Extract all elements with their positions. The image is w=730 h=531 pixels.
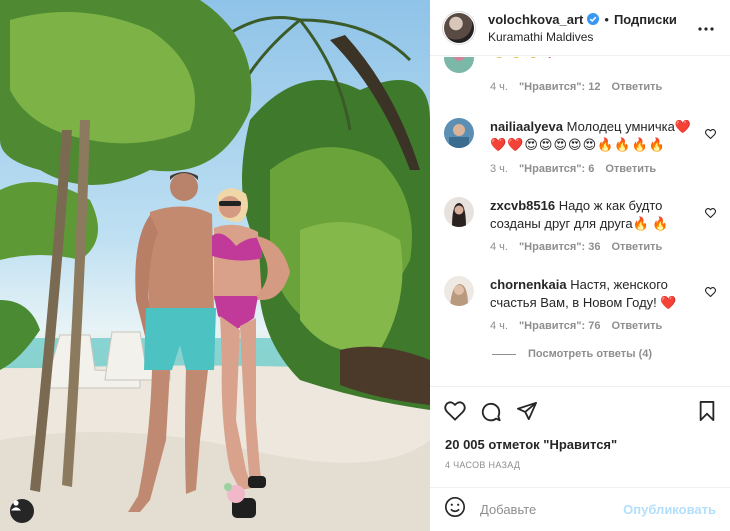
post-actions-bar [430,386,730,434]
view-replies-button[interactable]: Посмотреть ответы (4) [492,348,652,360]
post-location[interactable]: Kuramathi Maldives [488,30,677,44]
bookmark-icon[interactable] [698,401,716,426]
comment-meta: 4 ч. "Нравится": 76 Ответить [490,320,662,332]
beach-scene-image [0,0,430,531]
comment-meta: 4 ч. "Нравится": 12 Ответить [490,81,662,93]
view-replies-label: Посмотреть ответы (4) [528,348,653,360]
comment-time[interactable]: 4 ч. [490,81,508,93]
comment-meta: 3 ч. "Нравится": 6 Ответить [490,163,656,175]
comment-input[interactable]: Добавьте [480,502,623,517]
likes-count[interactable]: 20 005 отметок "Нравится" [445,437,617,452]
comment-time[interactable]: 4 ч. [490,241,508,253]
comment-likes[interactable]: "Нравится": 36 [519,241,600,253]
heart-icon[interactable] [444,401,466,426]
post-photo[interactable] [0,0,430,531]
comment-text: Молодец умничка❤️ [566,119,691,134]
header-separator: • [604,11,609,27]
comment-likes[interactable]: "Нравится": 6 [519,163,594,175]
comment-time[interactable]: 3 ч. [490,163,508,175]
post-side-panel: volochkova_art • Подписки Kuramathi Mald… [430,0,730,531]
replies-divider [492,353,516,355]
commenter-avatar[interactable] [444,276,474,306]
comment-likes[interactable]: "Нравится": 76 [519,320,600,332]
user-tag-icon [11,500,21,511]
comment-text: 👏👏👏❤️ [490,57,559,60]
add-comment-bar: Добавьте Опубликовать [430,487,730,531]
verified-badge-icon [587,13,600,25]
commenter-avatar[interactable] [444,197,474,227]
commenter-username[interactable]: nailiaalyeva [490,119,563,134]
comment-likes[interactable]: "Нравится": 12 [519,81,600,93]
smile-icon[interactable] [444,496,466,523]
reply-button[interactable]: Ответить [605,163,656,175]
comment-time[interactable]: 4 ч. [490,320,508,332]
reply-button[interactable]: Ответить [611,241,662,253]
like-comment-icon[interactable] [704,126,717,144]
author-username[interactable]: volochkova_art [488,12,583,27]
comments-list[interactable]: 👏👏👏❤️ 4 ч. "Нравится": 12 Ответить naili… [430,57,730,386]
like-comment-icon[interactable] [704,205,717,223]
share-icon[interactable] [516,401,538,426]
commenter-avatar[interactable] [444,57,474,73]
post-header-text: volochkova_art • Подписки Kuramathi Mald… [488,12,677,44]
post-timestamp[interactable]: 4 ЧАСОВ НАЗАД [445,460,520,470]
commenter-username[interactable]: zxcvb8516 [490,198,555,213]
comment-meta: 4 ч. "Нравится": 36 Ответить [490,241,662,253]
comment-emoji: ❤️❤️😍😍😍😍😍🔥🔥🔥🔥 [490,138,666,153]
more-options-icon[interactable] [698,18,714,36]
user-tag-button[interactable] [10,499,34,523]
comment-icon[interactable] [480,401,502,428]
commenter-avatar[interactable] [444,118,474,148]
following-button[interactable]: Подписки [614,12,677,27]
like-comment-icon[interactable] [704,284,717,302]
publish-button[interactable]: Опубликовать [623,502,716,517]
reply-button[interactable]: Ответить [611,320,662,332]
reply-button[interactable]: Ответить [611,81,662,93]
commenter-username[interactable]: chornenkaia [490,277,567,292]
author-avatar-image [444,12,474,43]
post-header: volochkova_art • Подписки Kuramathi Mald… [430,0,730,56]
author-avatar[interactable] [442,10,476,45]
